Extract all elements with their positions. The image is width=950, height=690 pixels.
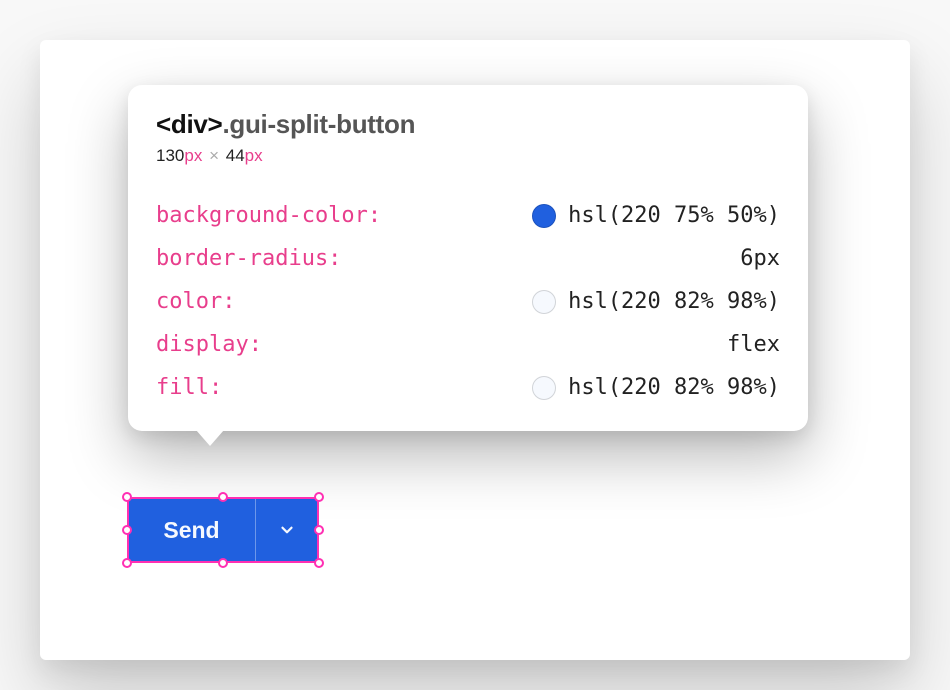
element-inspector-tooltip: <div>.gui-split-button 130px × 44px back… [128, 85, 808, 431]
send-button-label: Send [163, 517, 219, 544]
css-property-value: flex [727, 334, 780, 356]
css-properties-list: background-color: hsl(220 75% 50%) borde… [156, 194, 780, 409]
inspected-element-wrapper: Send [128, 498, 318, 562]
css-property-row: fill: hsl(220 82% 98%) [156, 366, 780, 409]
css-property-row: background-color: hsl(220 75% 50%) [156, 194, 780, 237]
css-property-row: color: hsl(220 82% 98%) [156, 280, 780, 323]
color-swatch-icon [532, 204, 556, 228]
color-swatch-icon [532, 376, 556, 400]
css-property-name: color: [156, 291, 235, 313]
css-property-value-text: hsl(220 75% 50%) [568, 205, 780, 227]
selector-class: .gui-split-button [222, 109, 415, 139]
css-property-name: fill: [156, 377, 222, 399]
gui-split-button[interactable]: Send [128, 498, 318, 562]
selector-tag: <div> [156, 109, 222, 139]
split-button-dropdown[interactable] [256, 498, 318, 562]
width-number: 130 [156, 146, 184, 165]
css-property-value: 6px [740, 248, 780, 270]
height-number: 44 [226, 146, 245, 165]
color-swatch-icon [532, 290, 556, 314]
css-property-name: display: [156, 334, 262, 356]
css-property-value-text: hsl(220 82% 98%) [568, 377, 780, 399]
css-property-name: border-radius: [156, 248, 341, 270]
css-property-row: border-radius: 6px [156, 237, 780, 280]
width-unit: px [184, 146, 202, 165]
css-property-value-text: hsl(220 82% 98%) [568, 291, 780, 313]
css-property-value-text: flex [727, 334, 780, 356]
inspected-dimensions: 130px × 44px [156, 146, 780, 166]
height-unit: px [245, 146, 263, 165]
chevron-down-icon [278, 521, 296, 539]
css-property-value: hsl(220 82% 98%) [532, 376, 780, 400]
css-property-value: hsl(220 75% 50%) [532, 204, 780, 228]
css-property-value-text: 6px [740, 248, 780, 270]
css-property-row: display: flex [156, 323, 780, 366]
dimensions-separator: × [207, 146, 221, 165]
css-property-value: hsl(220 82% 98%) [532, 290, 780, 314]
inspected-selector: <div>.gui-split-button [156, 109, 780, 140]
send-button[interactable]: Send [128, 498, 255, 562]
css-property-name: background-color: [156, 205, 381, 227]
